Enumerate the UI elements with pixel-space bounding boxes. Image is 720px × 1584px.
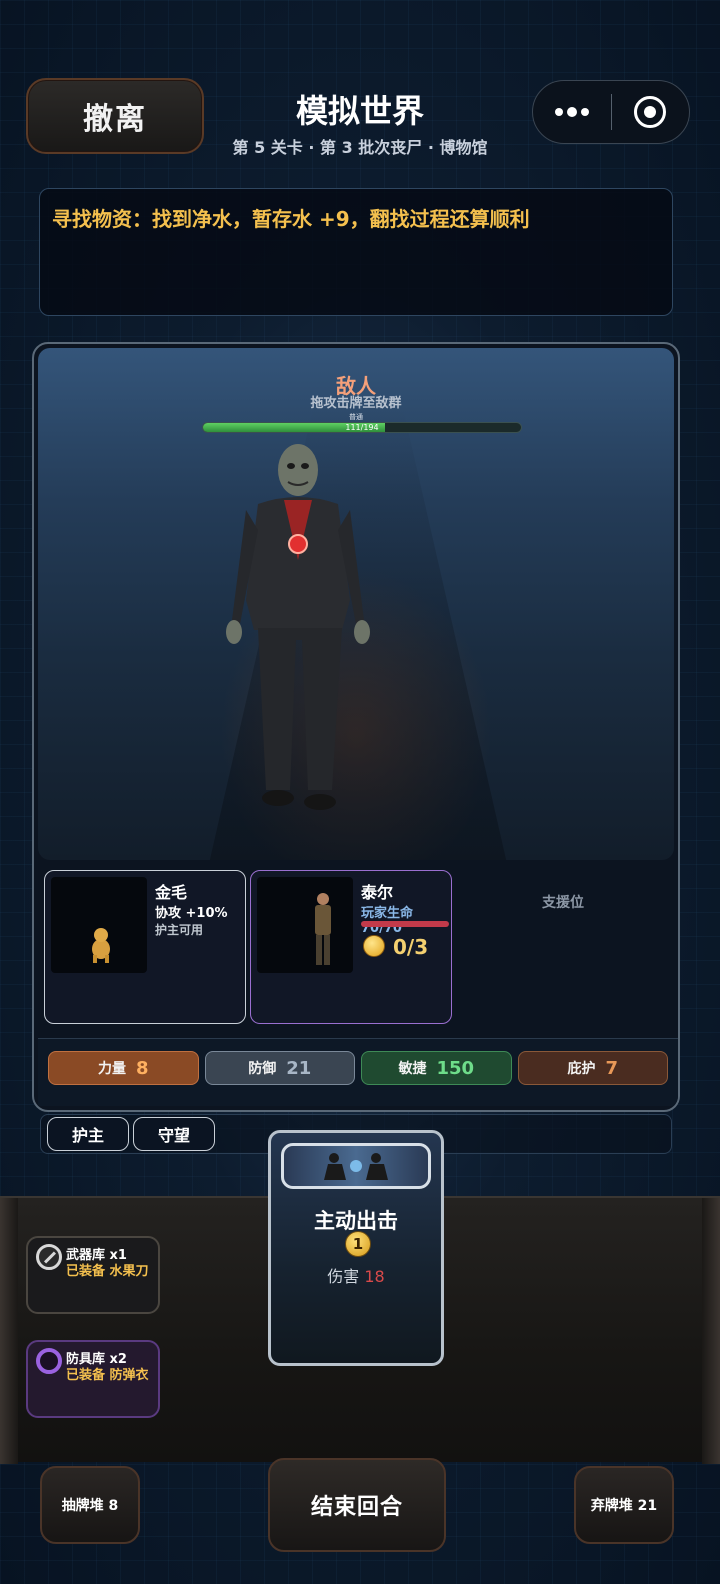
enemy-drop-zone[interactable]: 敌人 拖攻击牌至敌群 普通 111/194 (38, 348, 674, 860)
stat-value: 8 (135, 1057, 149, 1079)
event-message: 寻找物资：找到净水，暂存水 +9，翻找过程还算顺利 (39, 188, 673, 316)
knife-icon (36, 1244, 62, 1270)
stat-value: 150 (436, 1057, 475, 1079)
miniprogram-capsule (532, 80, 690, 144)
armor-inventory-button[interactable]: 防具库 x2 已装备 防弹衣 (26, 1340, 160, 1418)
card-artwork (281, 1143, 431, 1189)
page-title: 模拟世界 (295, 92, 424, 130)
more-dot-icon (580, 108, 589, 116)
discard-pile-button[interactable]: 弃牌堆 21 (574, 1466, 674, 1544)
level-info: 第 5 关卡 · 第 3 批次丧尸 · 博物馆 (232, 138, 488, 157)
stat-label: 力量 (97, 1061, 126, 1077)
dog-portrait (51, 877, 147, 973)
stat-value: 7 (605, 1057, 619, 1079)
stat-strength: 力量 8 (48, 1051, 199, 1085)
damage-value: 18 (364, 1267, 385, 1286)
draw-pile-button[interactable]: 抽牌堆 8 (40, 1466, 140, 1544)
enemy-hint: 拖攻击牌至敌群 (310, 396, 402, 411)
fight-scene-icon (324, 1153, 388, 1180)
more-dot-icon (554, 108, 563, 116)
player-hp-text: 玩家生命 70/70 (361, 906, 414, 936)
close-miniprogram-button[interactable] (612, 80, 690, 144)
armor-equipped: 已装备 防弹衣 (66, 1368, 149, 1383)
battle-panel: 敌人 拖攻击牌至敌群 普通 111/194 金毛 协攻 +10% 护主可用 泰尔… (32, 342, 680, 1112)
ally-skill: 护主可用 (155, 923, 204, 937)
energy-coin-icon (363, 935, 385, 957)
target-icon (634, 96, 667, 128)
survivor-icon (315, 893, 331, 965)
card-damage: 伤害 18 (271, 1263, 441, 1287)
player-hp-bar (361, 921, 449, 927)
stat-label: 防御 (248, 1061, 277, 1077)
retreat-button[interactable]: 撤离 (26, 78, 204, 154)
ally-card-dog[interactable]: 金毛 协攻 +10% 护主可用 (44, 870, 246, 1024)
end-turn-button[interactable]: 结束回合 (268, 1458, 446, 1552)
stat-defense: 防御 21 (204, 1051, 355, 1085)
stat-agility: 敏捷 150 (361, 1051, 512, 1085)
stat-value: 21 (286, 1057, 312, 1079)
stat-label: 敏捷 (398, 1061, 427, 1077)
tag-watch[interactable]: 守望 (133, 1117, 215, 1151)
player-card[interactable]: 泰尔 玩家生命 70/70 0/3 (250, 870, 452, 1024)
damage-label: 伤害 (327, 1267, 360, 1286)
stat-label: 庇护 (567, 1061, 596, 1077)
enemy-hp-text: 111/194 (345, 423, 379, 432)
tag-protect[interactable]: 护主 (47, 1117, 129, 1151)
more-button[interactable] (533, 80, 611, 144)
player-portrait (257, 877, 353, 973)
energy-count: 0/3 (393, 935, 429, 959)
player-name: 泰尔 (361, 883, 394, 902)
weapon-inventory-button[interactable]: 武器库 x1 已装备 水果刀 (26, 1236, 160, 1314)
support-slot[interactable]: 支援位 (542, 892, 584, 912)
card-cost-coin: 1 (345, 1231, 371, 1257)
action-card[interactable]: 主动出击 1 伤害 18 (268, 1130, 444, 1366)
ally-bonus: 协攻 +10% (155, 906, 228, 921)
more-dot-icon (566, 107, 577, 117)
stats-row: 力量 8 防御 21 敏捷 150 庇护 7 (38, 1038, 678, 1106)
dog-icon (92, 928, 110, 963)
enemy-type-tag: 普通 (349, 413, 363, 421)
stat-shelter: 庇护 7 (517, 1051, 668, 1085)
weapon-equipped: 已装备 水果刀 (66, 1264, 149, 1279)
zombie-enemy-sprite[interactable] (218, 440, 378, 820)
ally-name: 金毛 (155, 883, 188, 902)
armor-ring-icon (36, 1348, 62, 1374)
